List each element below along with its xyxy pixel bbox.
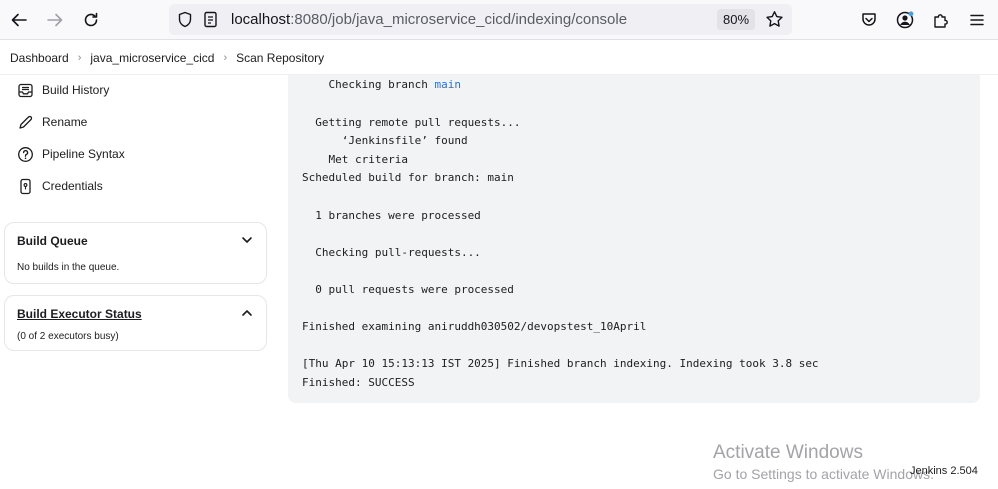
sidebar-item-label: Build History	[42, 83, 110, 97]
console-line: Getting remote pull requests...	[302, 116, 521, 129]
help-circle-icon	[18, 146, 33, 162]
arrow-left-icon	[11, 13, 27, 27]
menu-button[interactable]	[964, 7, 990, 33]
page-info-icon[interactable]	[203, 11, 218, 28]
console-line-text: Checking branch	[302, 78, 435, 91]
console-line: 0 pull requests were processed	[302, 283, 514, 296]
executor-status-panel: Build Executor Status (0 of 2 executors …	[4, 295, 267, 351]
console-status-line: Finished: SUCCESS	[302, 376, 415, 389]
bookmark-star-icon[interactable]	[765, 10, 784, 29]
arrow-right-icon	[47, 13, 63, 27]
chevron-right-icon: ›	[77, 51, 82, 64]
phone-key-icon	[20, 178, 31, 194]
console-line: ‘Jenkinsfile’ found	[302, 134, 468, 147]
reload-button[interactable]	[78, 7, 104, 33]
console-line: Finished examining aniruddh030502/devops…	[302, 320, 647, 333]
chevron-up-icon[interactable]	[240, 306, 254, 320]
activate-windows-title: Activate Windows	[713, 442, 863, 463]
console-line: Checking pull-requests...	[302, 246, 481, 259]
build-queue-title[interactable]: Build Queue	[17, 234, 88, 248]
pocket-icon	[862, 13, 876, 26]
account-button[interactable]	[892, 7, 918, 33]
sidebar-item-label: Credentials	[42, 179, 103, 193]
console-output: Checking branch main Getting remote pull…	[288, 75, 980, 403]
pocket-button[interactable]	[856, 7, 882, 33]
browser-toolbar: localhost:8080/job/java_microservice_cic…	[0, 0, 998, 40]
console-line: Checking branch main	[302, 78, 461, 92]
url-text[interactable]: localhost:8080/job/java_microservice_cic…	[231, 10, 627, 29]
executor-status-text: (0 of 2 executors busy)	[17, 331, 119, 342]
chevron-down-icon[interactable]	[240, 233, 254, 247]
breadcrumb-job[interactable]: java_microservice_cicd	[90, 51, 214, 65]
sidebar-item-label: Rename	[42, 115, 88, 129]
activate-windows-subtitle: Go to Settings to activate Windows.	[713, 466, 934, 482]
shield-icon[interactable]	[177, 11, 193, 28]
url-host: localhost	[231, 11, 291, 28]
console-line: Met criteria	[302, 153, 408, 166]
sidebar-item-credentials[interactable]: Credentials	[17, 175, 103, 197]
breadcrumb-scan-repository[interactable]: Scan Repository	[236, 51, 324, 65]
console-line: [Thu Apr 10 15:13:13 IST 2025] Finished …	[302, 357, 819, 370]
jenkins-version-link[interactable]: Jenkins 2.504	[910, 465, 978, 477]
build-queue-panel: Build Queue No builds in the queue.	[4, 222, 267, 284]
back-button[interactable]	[6, 7, 32, 33]
reload-icon	[84, 12, 98, 27]
chevron-right-icon: ›	[223, 51, 228, 64]
pencil-icon	[19, 115, 33, 129]
account-icon	[896, 11, 914, 29]
sidebar-item-label: Pipeline Syntax	[42, 147, 125, 161]
sidebar-item-rename[interactable]: Rename	[17, 111, 87, 133]
executor-status-title[interactable]: Build Executor Status	[17, 307, 142, 321]
branch-main-link[interactable]: main	[434, 78, 461, 91]
console-line: Scheduled build for branch: main	[302, 171, 514, 184]
forward-button[interactable]	[42, 7, 68, 33]
sidebar-item-pipeline-syntax[interactable]: Pipeline Syntax	[17, 143, 125, 165]
url-bar[interactable]: localhost:8080/job/java_microservice_cic…	[169, 4, 792, 35]
sidebar-item-build-history[interactable]: Build History	[17, 79, 109, 101]
extensions-button[interactable]	[928, 7, 954, 33]
hamburger-icon	[970, 14, 984, 26]
console-line: 1 branches were processed	[302, 209, 481, 222]
breadcrumb: Dashboard › java_microservice_cicd › Sca…	[0, 41, 998, 75]
puzzle-icon	[934, 14, 948, 28]
build-queue-empty-text: No builds in the queue.	[17, 262, 120, 273]
zoom-badge[interactable]: 80%	[717, 9, 755, 30]
breadcrumb-dashboard[interactable]: Dashboard	[10, 51, 69, 65]
url-path: :8080/job/java_microservice_cicd/indexin…	[290, 11, 628, 28]
build-history-icon	[18, 83, 33, 97]
